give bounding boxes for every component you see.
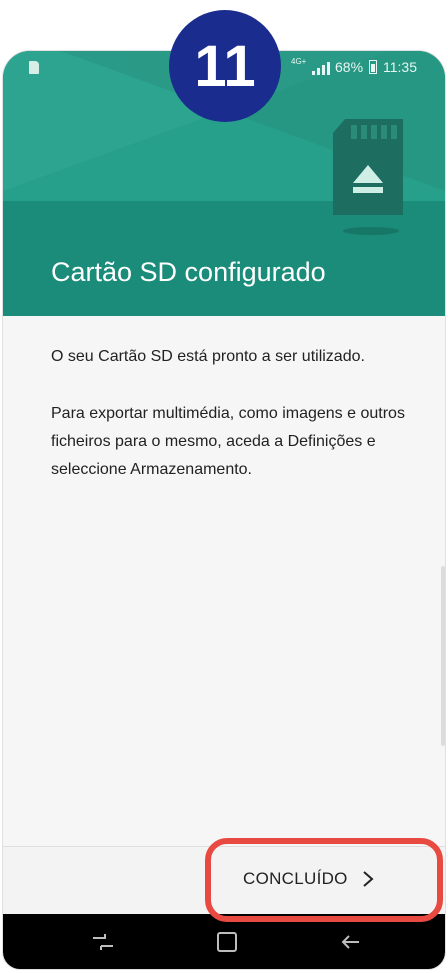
network-type: 4G+ bbox=[291, 57, 307, 66]
instructions-text: Para exportar multimédia, como imagens e… bbox=[51, 405, 405, 478]
sd-card-status-icon bbox=[29, 61, 39, 74]
back-icon[interactable] bbox=[337, 928, 365, 956]
battery-icon bbox=[369, 60, 377, 74]
page-title: Cartão SD configurado bbox=[51, 257, 326, 287]
scrollbar bbox=[441, 566, 445, 746]
signal-icon bbox=[312, 61, 330, 75]
clock: 11:35 bbox=[383, 59, 417, 75]
footer-bar: CONCLUÍDO bbox=[3, 846, 445, 917]
step-number-badge: 11 bbox=[169, 10, 281, 122]
recent-apps-icon[interactable] bbox=[89, 928, 117, 956]
home-icon[interactable] bbox=[213, 928, 241, 956]
battery-percent: 68% bbox=[335, 59, 364, 75]
phone-screen: 4G+ 68% 11:35 Cartão SD configurado O se… bbox=[2, 50, 446, 970]
ready-message: O seu Cartão SD está pronto a ser utiliz… bbox=[51, 348, 365, 365]
sd-card-eject-icon bbox=[333, 119, 403, 215]
chevron-right-icon bbox=[363, 871, 374, 887]
content-area: O seu Cartão SD está pronto a ser utiliz… bbox=[3, 316, 445, 851]
done-button-label: CONCLUÍDO bbox=[243, 869, 348, 888]
done-button[interactable]: CONCLUÍDO bbox=[243, 861, 374, 897]
navigation-bar bbox=[3, 914, 445, 969]
